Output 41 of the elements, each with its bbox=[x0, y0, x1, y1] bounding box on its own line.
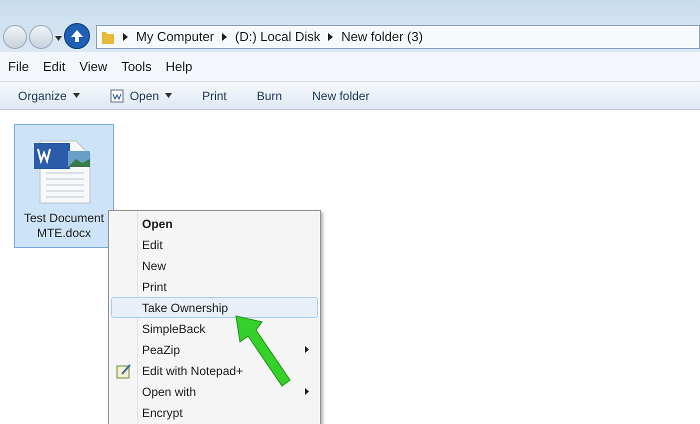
context-menu-item[interactable]: Take Ownership bbox=[111, 297, 318, 318]
context-menu-item[interactable]: Edit with Notepad+ bbox=[111, 360, 318, 381]
submenu-arrow-icon bbox=[305, 388, 309, 395]
context-menu-item[interactable]: SimpleBack bbox=[111, 318, 318, 339]
toolbar-button[interactable]: Print bbox=[202, 86, 227, 104]
caret-icon bbox=[165, 93, 172, 98]
toolbar-button[interactable]: Burn bbox=[256, 86, 282, 104]
caret-icon bbox=[72, 93, 80, 98]
up-button[interactable] bbox=[64, 23, 90, 49]
context-menu-item[interactable]: Open bbox=[111, 213, 318, 234]
toolbar-button[interactable]: New folder bbox=[312, 86, 370, 104]
history-caret-icon bbox=[55, 36, 62, 41]
forward-button[interactable] bbox=[29, 25, 53, 49]
folder-icon bbox=[101, 29, 115, 45]
up-arrow-icon bbox=[70, 29, 84, 43]
back-button[interactable] bbox=[3, 25, 27, 49]
menu-item[interactable]: Help bbox=[166, 56, 192, 76]
menu-item[interactable]: View bbox=[79, 56, 108, 76]
menu-item[interactable]: Edit bbox=[42, 56, 66, 76]
context-menu-item[interactable]: Encrypt bbox=[111, 402, 318, 423]
toolbar-button[interactable]: Open bbox=[110, 86, 172, 104]
notepad-icon bbox=[116, 362, 132, 378]
context-menu-item[interactable]: Edit bbox=[111, 234, 318, 255]
breadcrumb-arrow-icon bbox=[222, 33, 228, 41]
context-menu-item[interactable]: Open with bbox=[111, 381, 318, 402]
breadcrumb-item[interactable]: New folder (3) bbox=[341, 27, 423, 47]
breadcrumb-item[interactable]: My Computer bbox=[136, 27, 214, 47]
menu-item[interactable]: File bbox=[8, 56, 29, 76]
menu-item[interactable]: Tools bbox=[121, 56, 152, 76]
address-bar[interactable]: My Computer (D:) Local Disk New folder (3) bbox=[96, 25, 700, 49]
breadcrumb-item[interactable]: (D:) Local Disk bbox=[235, 27, 320, 47]
submenu-arrow-icon bbox=[305, 346, 309, 353]
toolbar-button[interactable]: Organize bbox=[18, 86, 80, 104]
file-name: Test Document MTE.docx bbox=[22, 211, 106, 241]
document-tile[interactable]: Test Document MTE.docx bbox=[14, 124, 114, 248]
context-menu-item[interactable]: New bbox=[111, 255, 318, 276]
breadcrumb-arrow-icon bbox=[123, 33, 128, 41]
document-icon bbox=[110, 88, 124, 102]
context-menu-item[interactable]: PeaZip bbox=[111, 339, 318, 360]
context-menu-item[interactable]: Print bbox=[111, 276, 318, 297]
breadcrumb-arrow-icon bbox=[328, 33, 334, 41]
